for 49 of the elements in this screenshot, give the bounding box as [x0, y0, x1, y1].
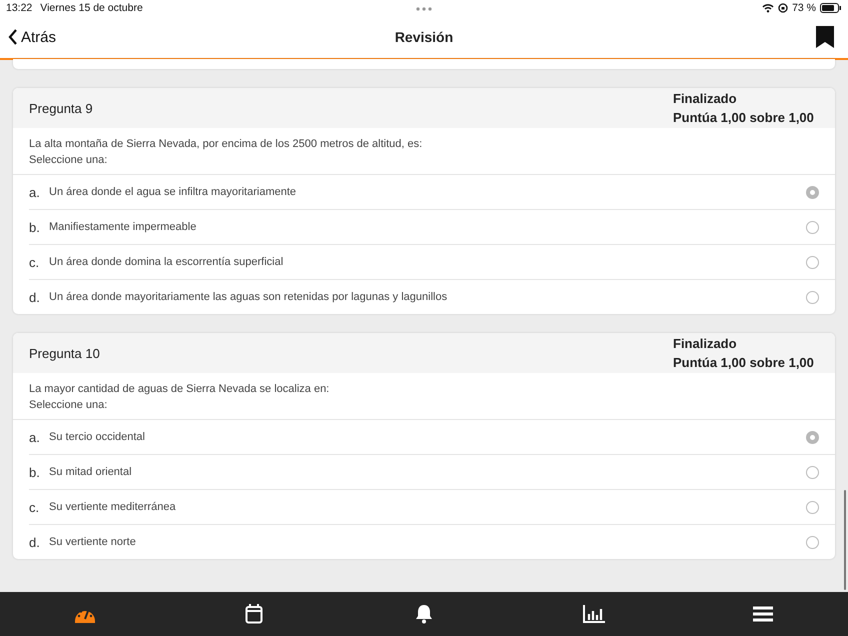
question-grade: Puntúa 1,00 sobre 1,00: [673, 109, 815, 127]
multitasking-dots-icon: [416, 7, 432, 11]
status-date: Viernes 15 de octubre: [40, 2, 143, 14]
option-letter: b.: [29, 464, 41, 480]
option-letter: b.: [29, 220, 41, 234]
question-grade: Puntúa 1,00 sobre 1,00: [673, 354, 815, 372]
back-button[interactable]: Atrás: [8, 28, 56, 46]
option-letter: c.: [29, 500, 40, 514]
radio-button[interactable]: [806, 466, 819, 478]
question-prompt: Seleccione una:: [29, 153, 108, 168]
option-letter: c.: [29, 254, 40, 270]
question-text: La mayor cantidad de aguas de Sierra Nevada se localiza en:: [29, 382, 330, 397]
page-title: Revisión: [394, 29, 454, 45]
bookmark-icon[interactable]: [816, 26, 834, 48]
radio-button[interactable]: [806, 290, 819, 304]
battery-percentage: 73 %: [792, 2, 816, 14]
option-letter: d.: [29, 290, 41, 304]
question-prompt: Seleccione una:: [29, 398, 108, 413]
option-letter: d.: [29, 534, 41, 550]
option-text: Su tercio occidental: [49, 431, 146, 443]
radio-button[interactable]: [806, 536, 819, 548]
battery-icon: [820, 3, 842, 13]
option-letter: a.: [29, 430, 41, 444]
radio-button[interactable]: [806, 220, 819, 234]
status-time: 13:22: [6, 2, 32, 14]
option-letter: a.: [29, 184, 41, 200]
menu-icon: [753, 606, 774, 622]
question-state: Finalizado: [673, 335, 738, 353]
option-text: Su mitad oriental: [49, 466, 133, 478]
chevron-left-icon: [8, 29, 18, 45]
wifi-icon: [762, 3, 774, 13]
radio-button[interactable]: [806, 256, 819, 268]
question-title: Pregunta 10: [29, 346, 100, 360]
lock-rotation-icon: [778, 3, 788, 13]
option-text: Manifiestamente impermeable: [49, 221, 198, 233]
bar-chart-icon: [582, 605, 605, 623]
question-text: La alta montaña de Sierra Nevada, por encima de los 2500 metros de altitud, es:: [29, 137, 424, 152]
option-text: Un área donde mayoritariamente las aguas son retenidas por lagunas y lagunillos: [49, 291, 448, 303]
radio-button[interactable]: [806, 186, 819, 198]
option-text: Un área donde el agua se infiltra mayoritariamente: [49, 186, 298, 198]
option-text: Su vertiente mediterránea: [49, 501, 177, 513]
question-title: Pregunta 9: [29, 100, 93, 116]
radio-button[interactable]: [806, 430, 819, 444]
option-text: Un área donde domina la escorrentía superficial: [49, 256, 284, 268]
radio-button[interactable]: [806, 500, 819, 514]
question-state: Finalizado: [673, 90, 738, 108]
option-text: Su vertiente norte: [49, 536, 137, 548]
bell-icon: [414, 604, 434, 624]
calendar-icon: [245, 604, 264, 624]
